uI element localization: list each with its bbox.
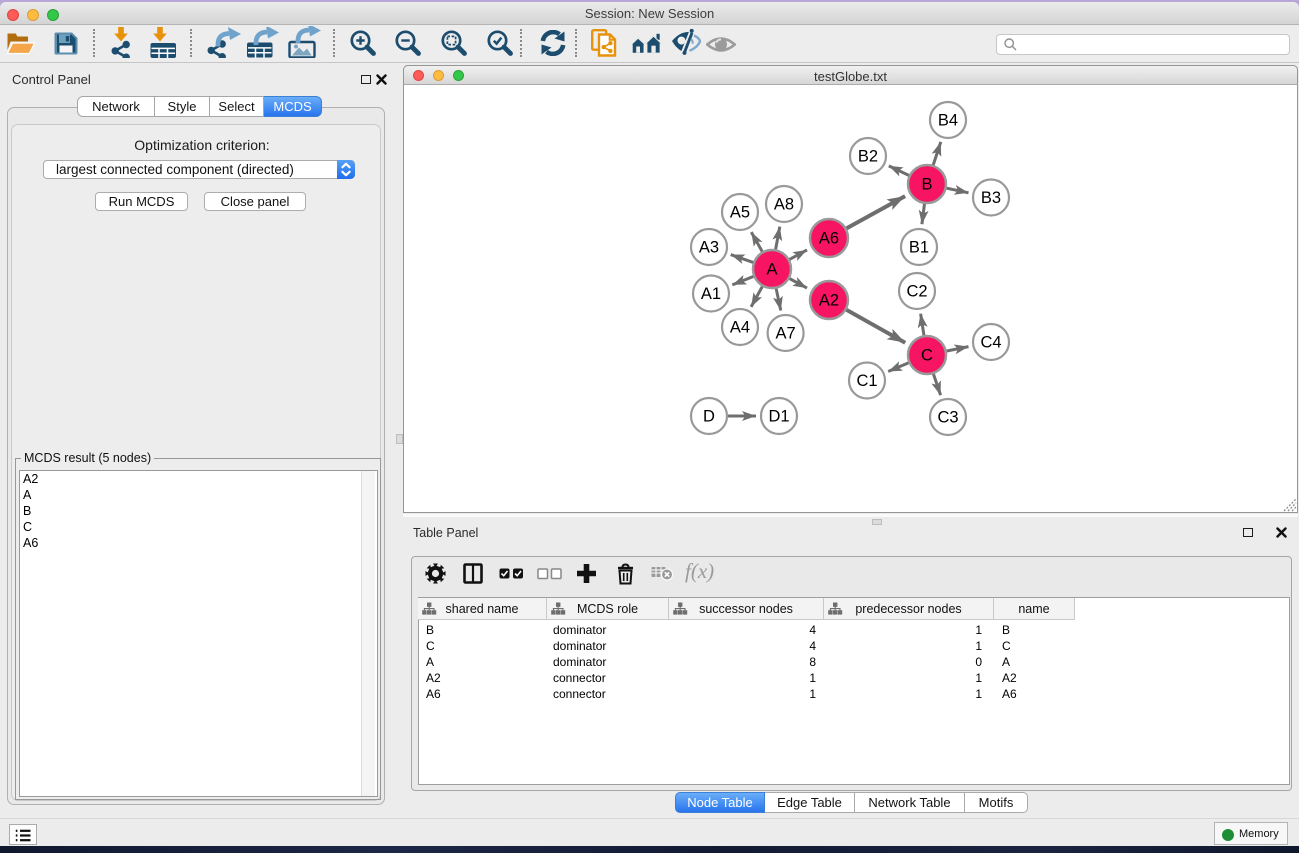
svg-text:D1: D1 — [768, 408, 789, 426]
svg-text:C1: C1 — [856, 372, 877, 390]
svg-text:D: D — [703, 408, 715, 426]
svg-text:A4: A4 — [730, 319, 750, 337]
svg-text:A5: A5 — [730, 204, 750, 222]
svg-text:A7: A7 — [776, 325, 796, 343]
svg-text:A1: A1 — [701, 285, 721, 303]
svg-text:C2: C2 — [906, 283, 927, 301]
svg-text:C4: C4 — [980, 334, 1001, 352]
svg-text:A8: A8 — [774, 196, 794, 214]
svg-text:C3: C3 — [937, 409, 958, 427]
svg-text:A: A — [766, 261, 777, 279]
svg-text:B: B — [921, 176, 932, 194]
svg-text:B1: B1 — [909, 239, 929, 257]
svg-text:C: C — [921, 347, 933, 365]
svg-text:B4: B4 — [938, 112, 958, 130]
svg-text:B2: B2 — [858, 148, 878, 166]
svg-text:A6: A6 — [819, 230, 839, 248]
svg-text:A3: A3 — [699, 239, 719, 257]
svg-text:A2: A2 — [819, 292, 839, 310]
svg-text:B3: B3 — [981, 189, 1001, 207]
